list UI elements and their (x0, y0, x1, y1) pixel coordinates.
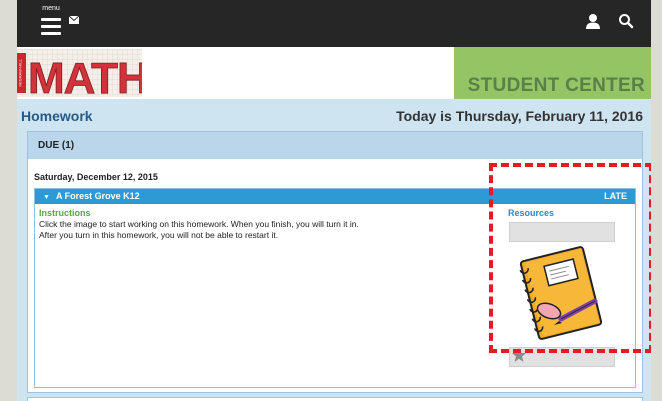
due-panel: DUE (1) Saturday, December 12, 2015 ▼ A F… (27, 131, 643, 393)
user-icon[interactable] (585, 13, 601, 29)
chevron-down-icon: ▼ (43, 194, 50, 201)
logo-text: MATH (28, 54, 142, 97)
menu-button[interactable]: menu (39, 5, 63, 39)
notebook-image[interactable] (509, 245, 613, 341)
logo-side-text: McGRAW-HILL (18, 59, 23, 87)
banner: McGRAW-HILL MATH STUDENT CENTER (17, 47, 651, 99)
student-center-banner: STUDENT CENTER (454, 47, 651, 99)
hamburger-icon (41, 18, 61, 38)
resources-label: Resources (508, 208, 555, 218)
student-center-label: STUDENT CENTER (467, 75, 645, 96)
next-panel (27, 397, 643, 401)
homework-item-header[interactable]: ▼ A Forest Grove K12 LATE (35, 189, 635, 204)
resource-bar[interactable] (509, 222, 615, 242)
instructions-text: Click the image to start working on this… (39, 219, 359, 240)
menu-caption: menu (42, 5, 60, 12)
homework-name-text: A Forest Grove K12 (55, 191, 140, 201)
page-title: Homework (21, 108, 93, 124)
top-navigation-bar: menu (17, 0, 651, 47)
app-frame: menu McGRAW-HILL MATH STUDENT CENTER Hom… (17, 0, 651, 401)
homework-item: ▼ A Forest Grove K12 LATE Instructions Cl… (34, 188, 636, 388)
homework-name: ▼ A Forest Grove K12 (43, 191, 140, 201)
mail-icon[interactable] (69, 16, 79, 24)
main-content: Homework Today is Thursday, February 11,… (17, 99, 651, 401)
due-header[interactable]: DUE (1) (28, 132, 642, 159)
due-label: DUE (1) (38, 140, 75, 151)
math-logo: McGRAW-HILL MATH (17, 49, 142, 97)
instructions-label: Instructions (39, 208, 91, 218)
star-icon[interactable] (511, 347, 527, 363)
search-icon[interactable] (618, 13, 634, 29)
today-date: Today is Thursday, February 11, 2016 (396, 108, 643, 124)
late-badge: LATE (604, 191, 627, 201)
due-date: Saturday, December 12, 2015 (34, 172, 158, 182)
